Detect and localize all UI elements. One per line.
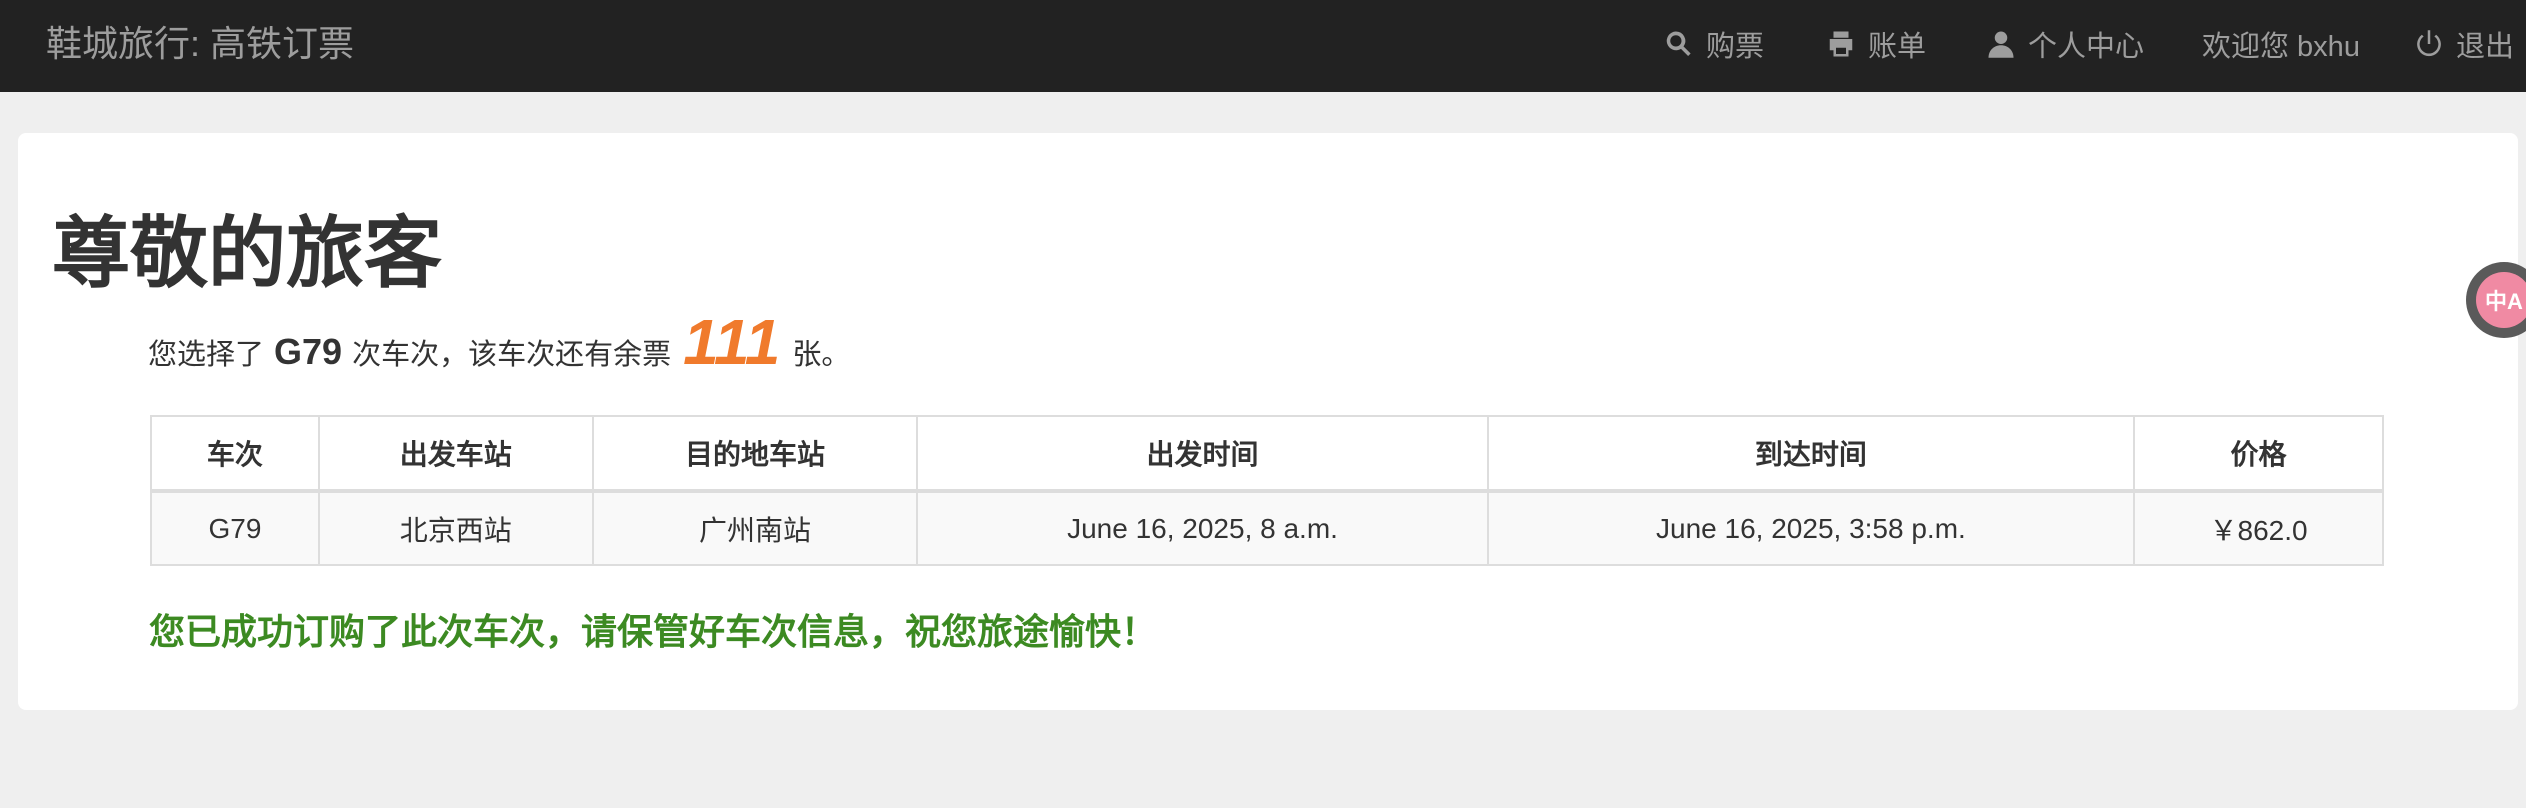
nav-bills-label: 账单 (1868, 31, 1927, 63)
nav-welcome-user[interactable]: 欢迎您 bxhu (2202, 22, 2360, 66)
train-info-table: 车次 出发车站 目的地车站 出发时间 到达时间 价格 G79 北京西站 广州南站… (150, 415, 2384, 566)
cell-price: ￥862.0 (2133, 490, 2384, 566)
header-train-no: 车次 (150, 415, 320, 493)
cell-arrival-time: June 16, 2025, 3:58 p.m. (1486, 490, 2136, 566)
user-icon (1988, 31, 2014, 58)
booking-result-panel: 尊敬的旅客 您选择了 G79 次车次，该车次还有余票 111 张。 车次 出发车… (18, 133, 2518, 710)
cell-departure-station: 北京西站 (317, 490, 594, 566)
print-icon (1829, 31, 1853, 57)
cell-train-no: G79 (150, 490, 320, 566)
header-arrival-time: 到达时间 (1486, 415, 2136, 493)
power-icon (2417, 30, 2441, 57)
nav-logout[interactable]: 退出 (2414, 22, 2514, 66)
header-departure-time: 出发时间 (916, 415, 1489, 493)
brand-title[interactable]: 鞋城旅行: 高铁订票 (46, 22, 354, 66)
welcome-user-label: 欢迎您 bxhu (2202, 31, 2360, 63)
search-icon (1666, 31, 1691, 56)
info-suffix: 张。 (792, 339, 851, 371)
table-header-row: 车次 出发车站 目的地车站 出发时间 到达时间 价格 (150, 415, 2384, 493)
navbar: 鞋城旅行: 高铁订票 购票 账单 个人中心 欢迎您 bxhu 退出 (0, 0, 2526, 92)
info-middle: 次车次，该车次还有余票 (352, 339, 672, 371)
remaining-tickets-count: 111 (683, 306, 781, 378)
header-departure-station: 出发车站 (317, 415, 594, 493)
info-prefix: 您选择了 (148, 339, 265, 371)
nav-profile[interactable]: 个人中心 (1986, 22, 2144, 66)
nav-buy-tickets-label: 购票 (1706, 31, 1765, 63)
nav-profile-label: 个人中心 (2028, 31, 2145, 63)
header-destination-station: 目的地车站 (591, 415, 919, 493)
nav-logout-label: 退出 (2456, 31, 2515, 63)
cell-departure-time: June 16, 2025, 8 a.m. (916, 490, 1489, 566)
cell-destination-station: 广州南站 (591, 490, 919, 566)
nav-buy-tickets[interactable]: 购票 (1664, 22, 1764, 66)
nav-bills[interactable]: 账单 (1826, 22, 1926, 66)
success-message: 您已成功订购了此次车次，请保管好车次信息，祝您旅途愉快！ (149, 611, 1158, 652)
page-title: 尊敬的旅客 (52, 209, 443, 297)
ticket-info-line: 您选择了 G79 次车次，该车次还有余票 111 张。 (148, 310, 850, 374)
translate-icon: 中A (2476, 272, 2526, 328)
selected-train-number: G79 (274, 331, 343, 372)
table-row: G79 北京西站 广州南站 June 16, 2025, 8 a.m. June… (150, 490, 2384, 566)
header-price: 价格 (2133, 415, 2384, 493)
